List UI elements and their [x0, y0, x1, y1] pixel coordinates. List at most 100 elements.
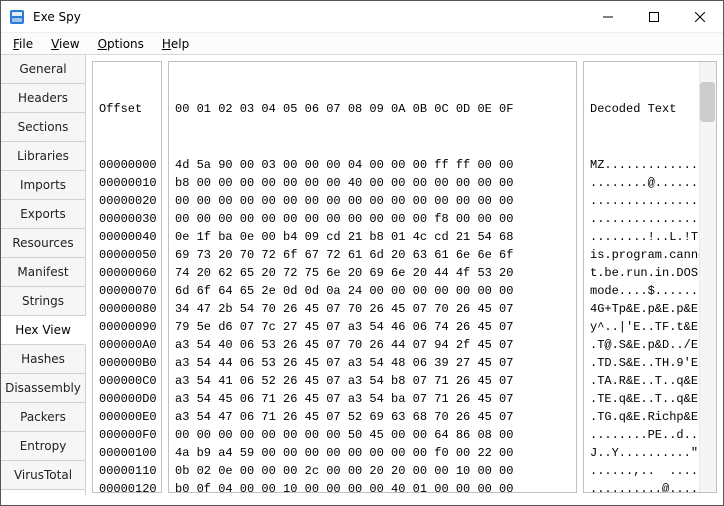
offset-cell[interactable]: 000000D0 — [99, 390, 155, 408]
minimize-button[interactable] — [585, 1, 631, 33]
tab-entropy[interactable]: Entropy — [1, 432, 85, 461]
hex-view-content: Offset 000000000000001000000020000000300… — [86, 55, 723, 495]
decoded-cell[interactable]: .TE.q&E..T..q&E. — [590, 390, 693, 408]
hex-cell[interactable]: 00 00 00 00 00 00 00 00 00 00 00 00 00 0… — [175, 192, 570, 210]
hex-cell[interactable]: b0 0f 04 00 00 10 00 00 00 00 40 01 00 0… — [175, 480, 570, 493]
hex-pane: 00 01 02 03 04 05 06 07 08 09 0A 0B 0C 0… — [168, 61, 577, 493]
hex-cell[interactable]: b8 00 00 00 00 00 00 00 40 00 00 00 00 0… — [175, 174, 570, 192]
hex-cell[interactable]: 4d 5a 90 00 03 00 00 00 04 00 00 00 ff f… — [175, 156, 570, 174]
decoded-cell[interactable]: ................ — [590, 192, 693, 210]
offset-cell[interactable]: 000000F0 — [99, 426, 155, 444]
offset-rows: 0000000000000010000000200000003000000040… — [99, 156, 155, 493]
offset-cell[interactable]: 00000110 — [99, 462, 155, 480]
hex-cell[interactable]: 00 00 00 00 00 00 00 00 50 45 00 00 64 8… — [175, 426, 570, 444]
offset-cell[interactable]: 000000B0 — [99, 354, 155, 372]
tab-imports[interactable]: Imports — [1, 171, 85, 200]
statusbar — [1, 495, 723, 505]
scrollbar-track[interactable] — [699, 62, 716, 492]
offset-cell[interactable]: 00000100 — [99, 444, 155, 462]
tab-general[interactable]: General — [1, 55, 85, 84]
hex-cell[interactable]: 74 20 62 65 20 72 75 6e 20 69 6e 20 44 4… — [175, 264, 570, 282]
tab-hashes[interactable]: Hashes — [1, 345, 85, 374]
menu-options[interactable]: Options — [90, 35, 152, 53]
decoded-cell[interactable]: ..........@..... — [590, 480, 693, 493]
offset-cell[interactable]: 00000050 — [99, 246, 155, 264]
hex-cell[interactable]: a3 54 47 06 71 26 45 07 52 69 63 68 70 2… — [175, 408, 570, 426]
maximize-button[interactable] — [631, 1, 677, 33]
decoded-cell[interactable]: 4G+Tp&E.p&E.p&E. — [590, 300, 693, 318]
decoded-cell[interactable]: MZ.............. — [590, 156, 693, 174]
decoded-cell[interactable]: .T@.S&E.p&D../E. — [590, 336, 693, 354]
hex-cell[interactable]: a3 54 41 06 52 26 45 07 a3 54 b8 07 71 2… — [175, 372, 570, 390]
hex-cell[interactable]: a3 54 44 06 53 26 45 07 a3 54 48 06 39 2… — [175, 354, 570, 372]
tab-headers[interactable]: Headers — [1, 84, 85, 113]
tab-packers[interactable]: Packers — [1, 403, 85, 432]
hex-rows: 4d 5a 90 00 03 00 00 00 04 00 00 00 ff f… — [175, 156, 570, 493]
offset-pane: Offset 000000000000001000000020000000300… — [92, 61, 162, 493]
offset-cell[interactable]: 00000080 — [99, 300, 155, 318]
offset-header: Offset — [99, 100, 155, 118]
hex-header: 00 01 02 03 04 05 06 07 08 09 0A 0B 0C 0… — [175, 100, 570, 118]
decoded-cell[interactable]: y^..|'E..TF.t&E. — [590, 318, 693, 336]
offset-cell[interactable]: 00000090 — [99, 318, 155, 336]
offset-cell[interactable]: 000000A0 — [99, 336, 155, 354]
tab-exports[interactable]: Exports — [1, 200, 85, 229]
hex-cell[interactable]: a3 54 40 06 53 26 45 07 70 26 44 07 94 2… — [175, 336, 570, 354]
tab-strings[interactable]: Strings — [1, 287, 85, 316]
close-button[interactable] — [677, 1, 723, 33]
tab-manifest[interactable]: Manifest — [1, 258, 85, 287]
sidebar: GeneralHeadersSectionsLibrariesImportsEx… — [1, 55, 86, 495]
window-title: Exe Spy — [33, 10, 585, 24]
offset-cell[interactable]: 00000070 — [99, 282, 155, 300]
decoded-header: Decoded Text — [590, 100, 693, 118]
decoded-cell[interactable]: J..Y..........". — [590, 444, 693, 462]
hex-cell[interactable]: 0e 1f ba 0e 00 b4 09 cd 21 b8 01 4c cd 2… — [175, 228, 570, 246]
decoded-cell[interactable]: ........!..L.!Th — [590, 228, 693, 246]
offset-cell[interactable]: 00000060 — [99, 264, 155, 282]
tab-disassembly[interactable]: Disassembly — [1, 374, 85, 403]
hex-cell[interactable]: 6d 6f 64 65 2e 0d 0d 0a 24 00 00 00 00 0… — [175, 282, 570, 300]
offset-cell[interactable]: 00000030 — [99, 210, 155, 228]
hex-cell[interactable]: 4a b9 a4 59 00 00 00 00 00 00 00 00 f0 0… — [175, 444, 570, 462]
decoded-rows: MZ......................@...............… — [590, 156, 693, 493]
decoded-cell[interactable]: ................ — [590, 210, 693, 228]
offset-cell[interactable]: 000000E0 — [99, 408, 155, 426]
decoded-cell[interactable]: is.program.canno — [590, 246, 693, 264]
scrollbar-thumb[interactable] — [700, 82, 715, 122]
offset-cell[interactable]: 00000120 — [99, 480, 155, 493]
decoded-cell[interactable]: ........@....... — [590, 174, 693, 192]
offset-cell[interactable]: 00000020 — [99, 192, 155, 210]
hex-cell[interactable]: 00 00 00 00 00 00 00 00 00 00 00 00 f8 0… — [175, 210, 570, 228]
titlebar: Exe Spy — [1, 1, 723, 33]
decoded-cell[interactable]: ......,.. ..... — [590, 462, 693, 480]
offset-cell[interactable]: 00000010 — [99, 174, 155, 192]
menubar: FileViewOptionsHelp — [1, 33, 723, 55]
decoded-cell[interactable]: .TD.S&E..TH.9'E. — [590, 354, 693, 372]
decoded-cell[interactable]: mode....$....... — [590, 282, 693, 300]
offset-cell[interactable]: 000000C0 — [99, 372, 155, 390]
decoded-cell[interactable]: .TA.R&E..T..q&E. — [590, 372, 693, 390]
tab-resources[interactable]: Resources — [1, 229, 85, 258]
tab-virustotal[interactable]: VirusTotal — [1, 461, 85, 490]
decoded-cell[interactable]: .TG.q&E.Richp&E. — [590, 408, 693, 426]
app-icon — [9, 9, 25, 25]
decoded-cell[interactable]: t.be.run.in.DOS. — [590, 264, 693, 282]
tab-hex-view[interactable]: Hex View — [1, 316, 86, 345]
tab-sections[interactable]: Sections — [1, 113, 85, 142]
offset-cell[interactable]: 00000000 — [99, 156, 155, 174]
offset-cell[interactable]: 00000040 — [99, 228, 155, 246]
hex-cell[interactable]: 79 5e d6 07 7c 27 45 07 a3 54 46 06 74 2… — [175, 318, 570, 336]
menu-view[interactable]: View — [43, 35, 87, 53]
app-window: Exe Spy FileViewOptionsHelp GeneralHeade… — [0, 0, 724, 506]
body: GeneralHeadersSectionsLibrariesImportsEx… — [1, 55, 723, 495]
menu-help[interactable]: Help — [154, 35, 197, 53]
decoded-pane: Decoded Text MZ......................@..… — [583, 61, 717, 493]
decoded-cell[interactable]: ........PE..d... — [590, 426, 693, 444]
window-controls — [585, 1, 723, 33]
tab-libraries[interactable]: Libraries — [1, 142, 85, 171]
menu-file[interactable]: File — [5, 35, 41, 53]
hex-cell[interactable]: 0b 02 0e 00 00 00 2c 00 00 20 20 00 00 1… — [175, 462, 570, 480]
hex-cell[interactable]: 69 73 20 70 72 6f 67 72 61 6d 20 63 61 6… — [175, 246, 570, 264]
hex-cell[interactable]: a3 54 45 06 71 26 45 07 a3 54 ba 07 71 2… — [175, 390, 570, 408]
hex-cell[interactable]: 34 47 2b 54 70 26 45 07 70 26 45 07 70 2… — [175, 300, 570, 318]
